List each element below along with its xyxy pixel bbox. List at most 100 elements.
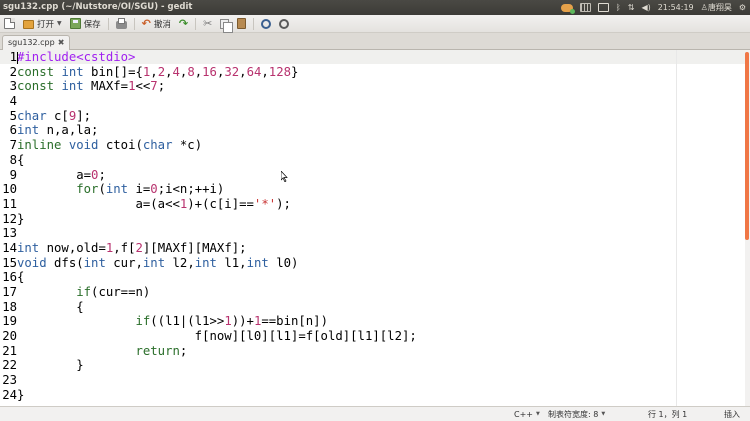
code-line[interactable]: 14 int now,old=1,f[2][MAXf][MAXf]; (0, 241, 417, 256)
line-text[interactable]: inline void ctoi(char *c) (17, 138, 202, 153)
code-line[interactable]: 9 a=0; (0, 168, 417, 183)
code-line[interactable]: 21 return; (0, 344, 417, 359)
line-text[interactable]: } (17, 388, 24, 403)
code-line[interactable]: 19 if((l1|(l1>>1))+1==bin[n]) (0, 314, 417, 329)
code-line[interactable]: 11 a=(a<<1)+(c[i]=='*'); (0, 197, 417, 212)
window-title: sgu132.cpp (~/Nutstore/OI/SGU) - gedit (3, 2, 193, 12)
print-button[interactable] (112, 15, 131, 33)
chevron-down-icon[interactable]: ▼ (57, 20, 62, 27)
toolbar-separator (253, 17, 255, 30)
line-text[interactable]: #include<cstdio> (17, 50, 135, 65)
line-number: 15 (2, 255, 17, 270)
toolbar: 打开 ▼ 保存 ↶ 撤消 ↷ ✂ (0, 15, 750, 33)
line-text[interactable]: } (17, 212, 24, 227)
line-text[interactable]: int now,old=1,f[2][MAXf][MAXf]; (17, 241, 247, 256)
code-line[interactable]: 17 if(cur==n) (0, 285, 417, 300)
language-selector[interactable]: C++ ▼ (514, 407, 540, 421)
code-text[interactable]: 1 #include<cstdio> 2 const int bin[]={1,2,4… (0, 50, 417, 403)
line-text[interactable]: if(cur==n) (17, 285, 150, 300)
line-number: 18 (2, 299, 17, 314)
copy-button[interactable] (216, 15, 234, 33)
code-line[interactable]: 24} (0, 388, 417, 403)
toolbar-separator (195, 17, 197, 30)
cloud-sync-icon[interactable] (560, 3, 575, 14)
line-text[interactable]: char c[9]; (17, 109, 91, 124)
code-line[interactable]: 13 (0, 226, 417, 241)
line-number: 11 (2, 196, 17, 211)
volume-icon[interactable]: ◀) (641, 0, 650, 15)
paste-button[interactable] (233, 15, 250, 33)
code-line[interactable]: 7 inline void ctoi(char *c) (0, 138, 417, 153)
close-icon[interactable]: ✖ (58, 36, 65, 50)
replace-button[interactable] (275, 15, 293, 33)
line-number: 4 (9, 94, 17, 109)
line-text[interactable]: void dfs(int cur,int l2,int l1,int l0) (17, 256, 298, 271)
line-text[interactable]: return; (17, 344, 187, 359)
cursor-position: 行 1，列 1 (648, 407, 687, 421)
title-bar: sgu132.cpp (~/Nutstore/OI/SGU) - gedit ᛒ… (0, 0, 750, 15)
code-line[interactable]: 5 char c[9]; (0, 109, 417, 124)
bluetooth-icon[interactable]: ᛒ (616, 0, 621, 15)
code-line[interactable]: 8{ (0, 153, 417, 168)
code-line[interactable]: 3 const int MAXf=1<<7; (0, 79, 417, 94)
code-line[interactable]: 15 void dfs(int cur,int l2,int l1,int l0) (0, 256, 417, 271)
save-icon (69, 18, 81, 29)
mouse-pointer-icon (281, 171, 288, 182)
power-icon[interactable]: ⚙ (739, 0, 746, 15)
line-number: 8 (9, 152, 17, 167)
code-line[interactable]: 22 } (0, 358, 417, 373)
line-text[interactable]: { (17, 153, 24, 168)
new-button[interactable] (0, 15, 19, 33)
line-text[interactable]: int n,a,la; (17, 123, 98, 138)
save-label: 保存 (83, 19, 101, 30)
code-line[interactable]: 12} (0, 212, 417, 227)
code-line[interactable]: 16{ (0, 270, 417, 285)
user-name: 唐翔昊 (707, 3, 732, 12)
open-button[interactable]: 打开 ▼ (19, 15, 66, 33)
mail-icon[interactable] (597, 3, 609, 12)
line-number: 16 (2, 270, 17, 285)
save-button[interactable]: 保存 (66, 15, 105, 33)
user-menu[interactable]: ♙唐翔昊 (701, 0, 732, 15)
code-line[interactable]: 10 for(int i=0;i<n;++i) (0, 182, 417, 197)
line-number: 19 (2, 314, 17, 329)
code-line[interactable]: 1 #include<cstdio> (0, 50, 417, 65)
line-text[interactable]: if((l1|(l1>>1))+1==bin[n]) (17, 314, 328, 329)
code-line[interactable]: 6 int n,a,la; (0, 123, 417, 138)
tab-width-selector[interactable]: 制表符宽度: 8 ▼ (548, 407, 605, 421)
line-text[interactable]: const int bin[]={1,2,4,8,16,32,64,128} (17, 65, 298, 80)
open-label: 打开 (37, 19, 55, 30)
find-button[interactable] (257, 15, 275, 33)
undo-button[interactable]: ↶ 撤消 (138, 15, 175, 33)
line-text[interactable]: f[now][l0][l1]=f[old][l1][l2]; (17, 329, 417, 344)
line-text[interactable]: for(int i=0;i<n;++i) (17, 182, 224, 197)
keyboard-icon[interactable] (579, 3, 591, 12)
code-editor[interactable]: 1 #include<cstdio> 2 const int bin[]={1,2,4… (0, 50, 750, 406)
code-line[interactable]: 2 const int bin[]={1,2,4,8,16,32,64,128} (0, 65, 417, 80)
line-number: 9 (9, 167, 17, 182)
line-text[interactable]: a=(a<<1)+(c[i]=='*'); (17, 197, 291, 212)
clock[interactable]: 21:54:19 (658, 0, 694, 15)
new-document-icon (4, 18, 15, 29)
line-text[interactable]: { (17, 270, 24, 285)
cut-icon: ✂ (203, 17, 213, 30)
cut-button[interactable]: ✂ (199, 15, 216, 33)
code-line[interactable]: 23 (0, 373, 417, 388)
line-number: 14 (2, 240, 17, 255)
toolbar-separator (107, 17, 109, 30)
line-text[interactable]: a=0; (17, 168, 106, 183)
line-text[interactable]: { (17, 300, 83, 315)
scrollbar-thumb[interactable] (745, 52, 749, 240)
code-line[interactable]: 18 { (0, 300, 417, 315)
line-number: 7 (9, 138, 17, 153)
find-replace-icon (279, 18, 290, 29)
undo-label: 撤消 (153, 19, 171, 30)
redo-button[interactable]: ↷ (175, 15, 192, 33)
line-text[interactable]: const int MAXf=1<<7; (17, 79, 165, 94)
tab-sgu132-cpp[interactable]: sgu132.cpp ✖ (2, 35, 71, 50)
line-text[interactable]: } (17, 358, 83, 373)
code-line[interactable]: 4 (0, 94, 417, 109)
network-icon[interactable]: ⇅ (628, 0, 635, 15)
tab-width-label: 制表符宽度: 8 (548, 410, 599, 419)
code-line[interactable]: 20 f[now][l0][l1]=f[old][l1][l2]; (0, 329, 417, 344)
